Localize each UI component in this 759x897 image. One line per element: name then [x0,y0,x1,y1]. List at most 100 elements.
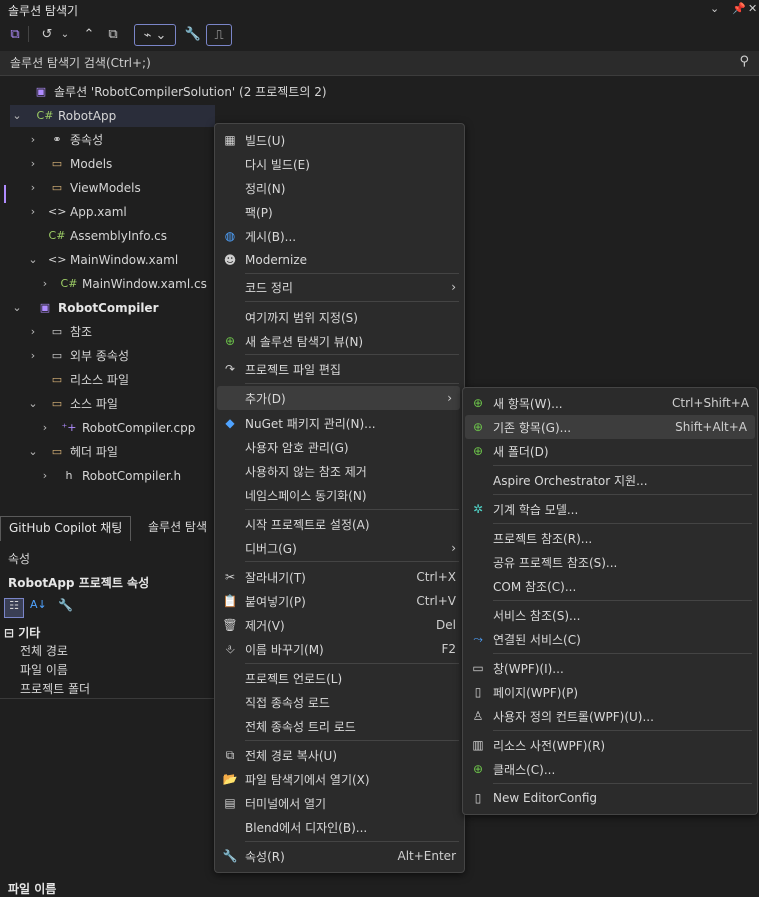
category-row[interactable]: ⊟ 기타 [4,624,40,641]
submenu-item-window-wpf[interactable]: ▭ 창(WPF)(I)... [463,656,757,680]
menu-item-remove-unused-refs[interactable]: 사용하지 않는 참조 제거 [215,459,464,483]
chevron-right-icon[interactable]: › [26,201,40,223]
chevron-down-icon[interactable]: ⌄ [58,24,72,44]
submenu-item-aspire[interactable]: Aspire Orchestrator 지원... [463,468,757,492]
tree-item[interactable]: ⌄ <> MainWindow.xaml [26,249,178,271]
menu-item-build[interactable]: ▦ 빌드(U) [215,128,464,152]
menu-item-publish[interactable]: ◍ 게시(B)... [215,224,464,248]
menu-item-unload-project[interactable]: 프로젝트 언로드(L) [215,666,464,690]
tree-item[interactable]: › ▭ 외부 종속성 [26,345,129,367]
chevron-down-icon[interactable]: ⌄ [10,297,24,319]
preview-icon[interactable]: ⎍ [206,24,232,46]
tree-item[interactable]: › ⁺+ RobotCompiler.cpp [38,417,196,439]
submenu-item-page-wpf[interactable]: ▯ 페이지(WPF)(P) [463,680,757,704]
chevron-down-icon[interactable]: ⌄ [10,105,24,127]
add-submenu: ⊕ 새 항목(W)... Ctrl+Shift+A ⊕ 기존 항목(G)... Shif… [462,387,758,815]
search-input[interactable] [0,51,732,75]
property-row[interactable]: 프로젝트 폴더 [20,680,90,697]
menu-item-pack[interactable]: 팩(P) [215,200,464,224]
alphabetical-icon[interactable]: A↓ [30,598,47,611]
menu-item-load-direct-deps[interactable]: 직접 종속성 로드 [215,690,464,714]
chevron-right-icon[interactable]: › [26,321,40,343]
menu-item-nuget[interactable]: ◆ NuGet 패키지 관리(N)... [215,411,464,435]
menu-item-rename[interactable]: ⎀ 이름 바꾸기(M) F2 [215,637,464,661]
menu-item-modernize[interactable]: ☻ Modernize [215,248,464,272]
chevron-down-icon[interactable]: ⌄ [26,393,40,415]
submenu-item-ml-model[interactable]: ✲ 기계 학습 모델... [463,497,757,521]
submenu-item-connected-service[interactable]: ⤳ 연결된 서비스(C) [463,627,757,651]
copy-icon[interactable]: ⧉ [104,24,122,44]
menu-item-rebuild[interactable]: 다시 빌드(E) [215,152,464,176]
tree-item[interactable]: ⌄ ▣ RobotCompiler [10,297,158,319]
submenu-item-editorconfig[interactable]: ▯ New EditorConfig [463,786,757,810]
menu-item-edit-project-file[interactable]: ↷ 프로젝트 파일 편집 [215,357,464,381]
chevron-down-icon[interactable]: ⌄ [26,441,40,463]
submenu-item-shared-project-reference[interactable]: 공유 프로젝트 참조(S)... [463,550,757,574]
submenu-item-new-folder[interactable]: ⊕ 새 폴더(D) [463,439,757,463]
menu-item-debug[interactable]: 디버그(G) › [215,536,464,560]
switch-views-icon[interactable]: ⧉ [6,24,24,44]
tree-item[interactable]: ⌄ ▭ 헤더 파일 [26,441,118,463]
menu-item-sync-namespaces[interactable]: 네임스페이스 동기화(N) [215,483,464,507]
tree-item[interactable]: › h RobotCompiler.h [38,465,181,487]
submenu-item-user-control-wpf[interactable]: ♙ 사용자 정의 컨트롤(WPF)(U)... [463,704,757,728]
menu-item-add[interactable]: 추가(D) › [217,386,460,410]
menu-separator [493,653,752,654]
tree-solution[interactable]: ▣ 솔루션 'RobotCompilerSolution' (2 프로젝트의 2… [32,81,327,103]
menu-item-open-in-terminal[interactable]: ▤ 터미널에서 열기 [215,791,464,815]
categorized-icon[interactable]: ☷ [4,598,24,618]
wrench-icon[interactable]: 🔧 [184,24,202,44]
menu-item-design-in-blend[interactable]: Blend에서 디자인(B)... [215,815,464,839]
tab-copilot-chat[interactable]: GitHub Copilot 채팅 [0,516,132,541]
menu-item-properties[interactable]: 🔧 속성(R) Alt+Enter [215,844,464,868]
chevron-right-icon[interactable]: › [26,177,40,199]
property-row[interactable]: 파일 이름 [20,661,68,678]
tree-item[interactable]: › <> App.xaml [26,201,127,223]
menu-item-code-cleanup[interactable]: 코드 정리 › [215,275,464,299]
menu-item-clean[interactable]: 정리(N) [215,176,464,200]
submenu-item-existing-item[interactable]: ⊕ 기존 항목(G)... Shift+Alt+A [465,415,755,439]
pin-icon[interactable]: 📌 [732,2,746,15]
close-icon[interactable]: ✕ [748,2,757,15]
tree-item[interactable]: ⌄ ▭ 소스 파일 [26,393,118,415]
tab-solution-explorer[interactable]: 솔루션 탐색 [140,516,215,540]
chevron-right-icon[interactable]: › [38,465,52,487]
tree-item[interactable]: › ▭ 참조 [26,321,92,343]
tree-item[interactable]: ⌄ C# RobotApp [10,105,215,127]
history-icon[interactable]: ↺ [38,24,56,44]
submenu-item-new-item[interactable]: ⊕ 새 항목(W)... Ctrl+Shift+A [463,391,757,415]
property-pages-icon[interactable]: 🔧 [58,598,73,612]
tree-item[interactable]: › ▭ Models [26,153,112,175]
chevron-right-icon[interactable]: › [26,153,40,175]
submenu-item-com-reference[interactable]: COM 참조(C)... [463,574,757,598]
menu-item-paste[interactable]: 📋 붙여넣기(P) Ctrl+V [215,589,464,613]
submenu-item-resource-dictionary[interactable]: ▥ 리소스 사전(WPF)(R) [463,733,757,757]
menu-item-scope-to-this[interactable]: 여기까지 범위 지정(S) [215,305,464,329]
filter-button[interactable]: ⌁ ⌄ [134,24,176,46]
menu-item-open-in-explorer[interactable]: 📂 파일 탐색기에서 열기(X) [215,767,464,791]
submenu-item-class[interactable]: ⊕ 클래스(C)... [463,757,757,781]
menu-item-new-explorer-view[interactable]: ⊕ 새 솔루션 탐색기 뷰(N) [215,329,464,353]
tree-item[interactable]: › C# MainWindow.xaml.cs [38,273,207,295]
menu-item-load-entire-tree[interactable]: 전체 종속성 트리 로드 [215,714,464,738]
chevron-right-icon[interactable]: › [26,129,40,151]
chevron-down-icon[interactable]: ⌄ [710,2,719,15]
menu-item-copy-full-path[interactable]: ⧉ 전체 경로 복사(U) [215,743,464,767]
tree-item[interactable]: ▭ 리소스 파일 [40,369,129,391]
tree-item[interactable]: C# AssemblyInfo.cs [40,225,167,247]
tree-item[interactable]: › ⚭ 종속성 [26,129,103,151]
property-row[interactable]: 전체 경로 [20,642,68,659]
menu-item-cut[interactable]: ✂ 잘라내기(T) Ctrl+X [215,565,464,589]
chevron-down-icon[interactable]: ⌄ [26,249,40,271]
chevron-right-icon[interactable]: › [38,273,52,295]
menu-item-remove[interactable]: 🗑 제거(V) Del [215,613,464,637]
submenu-item-service-reference[interactable]: 서비스 참조(S)... [463,603,757,627]
submenu-item-project-reference[interactable]: 프로젝트 참조(R)... [463,526,757,550]
chevron-right-icon[interactable]: › [26,345,40,367]
search-icon[interactable]: ⚲ [739,54,749,69]
collapse-all-icon[interactable]: ⌃ [80,24,98,44]
menu-item-user-secrets[interactable]: 사용자 암호 관리(G) [215,435,464,459]
chevron-right-icon[interactable]: › [38,417,52,439]
tree-item[interactable]: › ▭ ViewModels [26,177,141,199]
menu-item-set-startup[interactable]: 시작 프로젝트로 설정(A) [215,512,464,536]
